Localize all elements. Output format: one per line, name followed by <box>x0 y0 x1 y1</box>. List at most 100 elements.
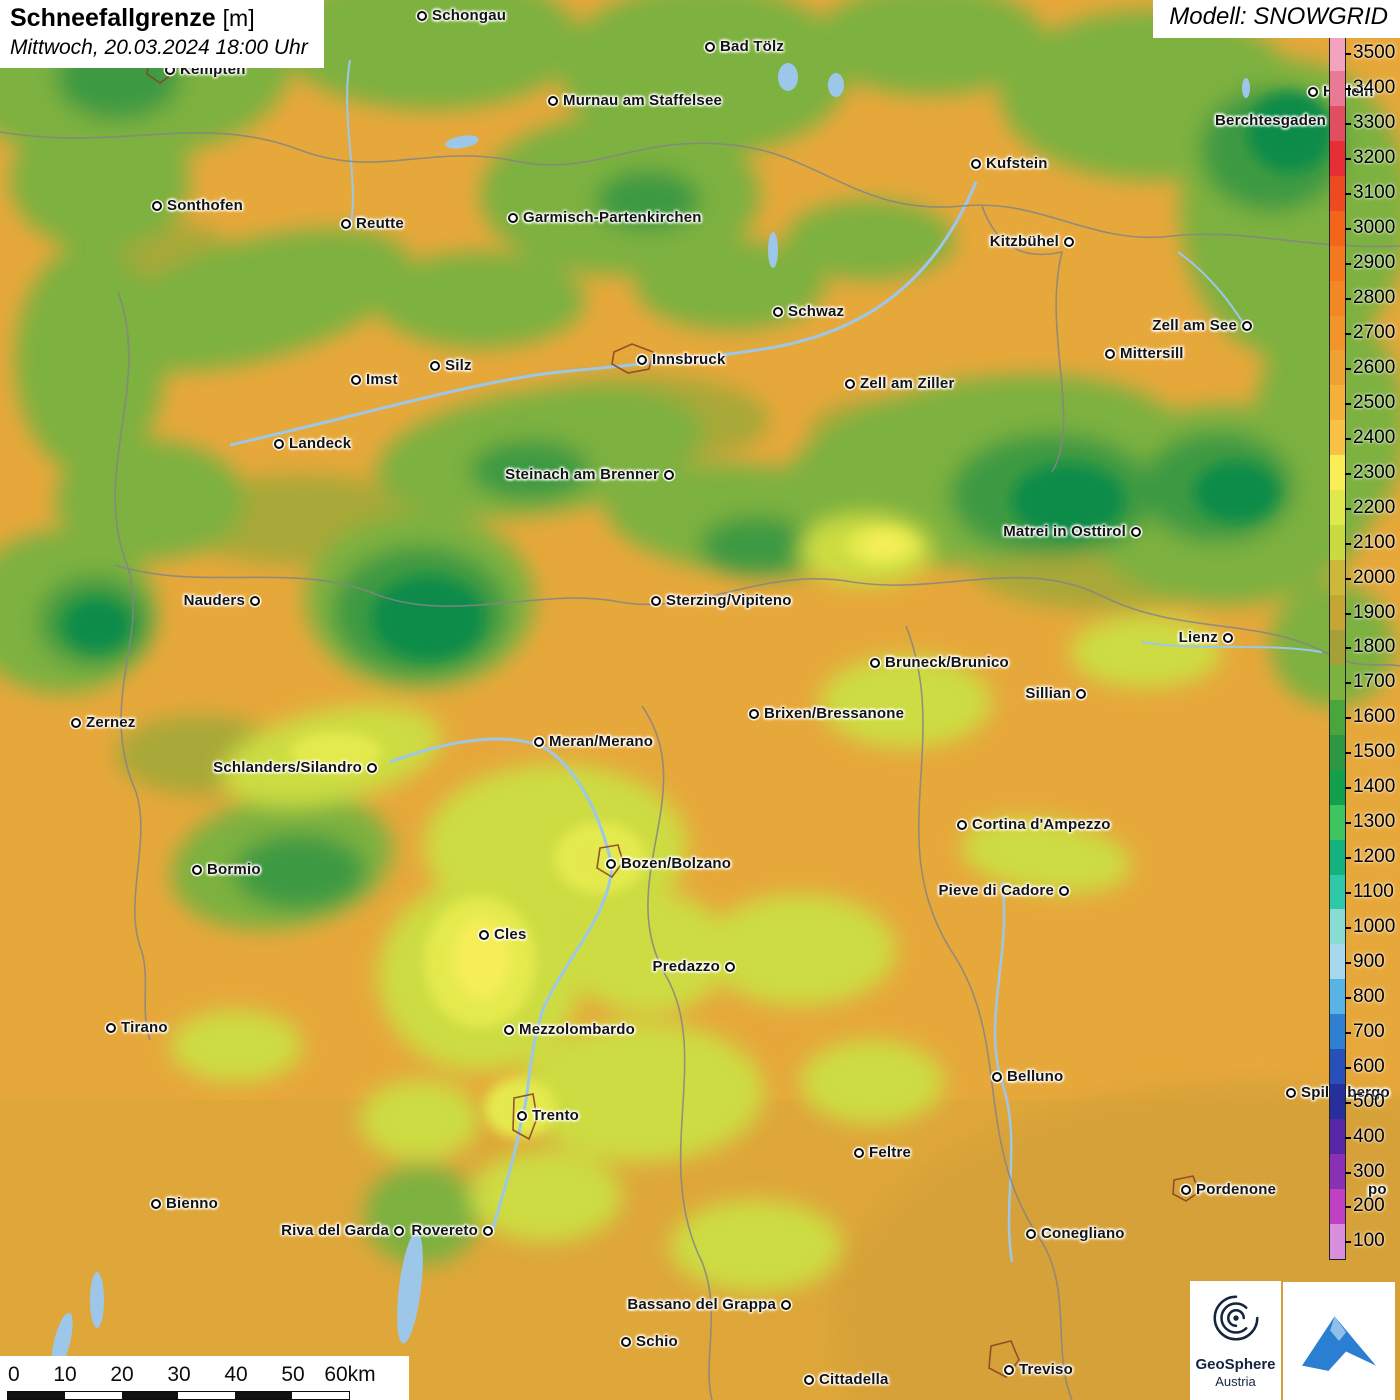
city-label: Sonthofen <box>167 197 243 214</box>
city-label: Innsbruck <box>652 351 725 368</box>
legend-color-step <box>1330 770 1345 805</box>
scale-stripe <box>292 1392 349 1399</box>
city-dot <box>992 1072 1002 1082</box>
city-label: Zernez <box>86 714 136 731</box>
city-dot <box>430 361 440 371</box>
city-label: Bormio <box>207 861 261 878</box>
legend-colorbar <box>1329 35 1346 1260</box>
city-dot <box>1076 689 1086 699</box>
city-label: Bad Tölz <box>720 38 784 55</box>
city-label: Bruneck/Brunico <box>885 654 1009 671</box>
legend-color-step <box>1330 875 1345 910</box>
legend-color-step <box>1330 281 1345 316</box>
city-label: Bassano del Grappa <box>627 1296 776 1313</box>
scale-stripe <box>8 1392 65 1399</box>
legend-color-step <box>1330 630 1345 665</box>
geosphere-name: GeoSphere <box>1190 1356 1281 1373</box>
legend-color-step <box>1330 1049 1345 1084</box>
legend-value-label: 400 <box>1353 1126 1385 1148</box>
scale-label: 30 <box>167 1363 190 1387</box>
legend-value-label: 2200 <box>1353 497 1395 519</box>
city-layer: SchongauBad TölzKemptenMurnau am Staffel… <box>0 0 1400 1400</box>
legend-color-step <box>1330 909 1345 944</box>
scale-stripe-bar <box>7 1391 350 1400</box>
legend-value-label: 1800 <box>1353 636 1395 658</box>
legend-value-label: 1500 <box>1353 741 1395 763</box>
legend-value-label: 3200 <box>1353 147 1395 169</box>
legend-color-step <box>1330 36 1345 71</box>
city-dot <box>606 859 616 869</box>
scale-label: 20 <box>110 1363 133 1387</box>
city-label: Pordenone <box>1196 1181 1276 1198</box>
city-dot <box>152 201 162 211</box>
city-label: Bozen/Bolzano <box>621 855 731 872</box>
legend-value-label: 1200 <box>1353 846 1395 868</box>
city-label: Tirano <box>121 1019 168 1036</box>
scale-bar: 0102030405060km <box>0 1356 409 1400</box>
city-label: Kitzbühel <box>990 233 1059 250</box>
city-dot <box>394 1226 404 1236</box>
city-dot <box>845 379 855 389</box>
legend-color-step <box>1330 455 1345 490</box>
city-dot <box>1004 1365 1014 1375</box>
city-label: Mezzolombardo <box>519 1021 635 1038</box>
city-dot <box>351 375 361 385</box>
legend-color-step <box>1330 350 1345 385</box>
timestamp: Mittwoch, 20.03.2024 18:00 Uhr <box>10 36 308 60</box>
city-label: Steinach am Brenner <box>505 466 659 483</box>
legend-value-label: 2300 <box>1353 462 1395 484</box>
legend-value-label: 300 <box>1353 1161 1385 1183</box>
legend-value-label: 2100 <box>1353 532 1395 554</box>
city-label: Schongau <box>432 7 506 24</box>
legend-color-step <box>1330 1224 1345 1259</box>
city-dot <box>781 1300 791 1310</box>
legend-color-step <box>1330 840 1345 875</box>
city-label: Imst <box>366 371 398 388</box>
city-label: Meran/Merano <box>549 733 653 750</box>
city-label: Murnau am Staffelsee <box>563 92 722 109</box>
title-text: Schneefallgrenze <box>10 4 216 32</box>
city-dot <box>1059 886 1069 896</box>
legend-value-label: 800 <box>1353 986 1385 1008</box>
city-label: Silz <box>445 357 472 374</box>
elevation-legend: 3500340033003200310030002900280027002600… <box>1329 35 1346 1260</box>
city-dot <box>504 1025 514 1035</box>
city-label: Treviso <box>1019 1361 1073 1378</box>
legend-value-label: 900 <box>1353 951 1385 973</box>
legend-color-step <box>1330 106 1345 141</box>
city-label: Reutte <box>356 215 404 232</box>
city-label: Rovereto <box>411 1222 478 1239</box>
title-unit: [m] <box>223 5 255 31</box>
legend-color-step <box>1330 595 1345 630</box>
legend-color-step <box>1330 525 1345 560</box>
city-dot <box>971 159 981 169</box>
legend-value-label: 2400 <box>1353 427 1395 449</box>
legend-value-label: 2700 <box>1353 322 1395 344</box>
legend-value-label: 600 <box>1353 1056 1385 1078</box>
city-dot <box>1181 1185 1191 1195</box>
legend-color-step <box>1330 246 1345 281</box>
city-label: Predazzo <box>653 958 720 975</box>
city-dot <box>957 820 967 830</box>
city-dot <box>637 355 647 365</box>
city-label: Conegliano <box>1041 1225 1125 1242</box>
legend-value-label: 500 <box>1353 1091 1385 1113</box>
legend-color-step <box>1330 1014 1345 1049</box>
city-dot <box>664 470 674 480</box>
legend-value-label: 700 <box>1353 1021 1385 1043</box>
city-dot <box>804 1375 814 1385</box>
city-dot <box>621 1337 631 1347</box>
city-dot <box>417 11 427 21</box>
city-label: Matrei in Osttirol <box>1003 523 1126 540</box>
legend-value-label: 3400 <box>1353 77 1395 99</box>
city-label: Brixen/Bressanone <box>764 705 904 722</box>
legend-value-label: 2000 <box>1353 567 1395 589</box>
scale-stripe <box>122 1392 179 1399</box>
city-dot <box>367 763 377 773</box>
snowfall-line-map: SchongauBad TölzKemptenMurnau am Staffel… <box>0 0 1400 1400</box>
page-title: Schneefallgrenze [m] <box>10 5 308 33</box>
city-dot <box>274 439 284 449</box>
legend-value-label: 3300 <box>1353 112 1395 134</box>
map-title-box: Schneefallgrenze [m] Mittwoch, 20.03.2024… <box>0 0 324 68</box>
legend-value-label: 1000 <box>1353 916 1395 938</box>
